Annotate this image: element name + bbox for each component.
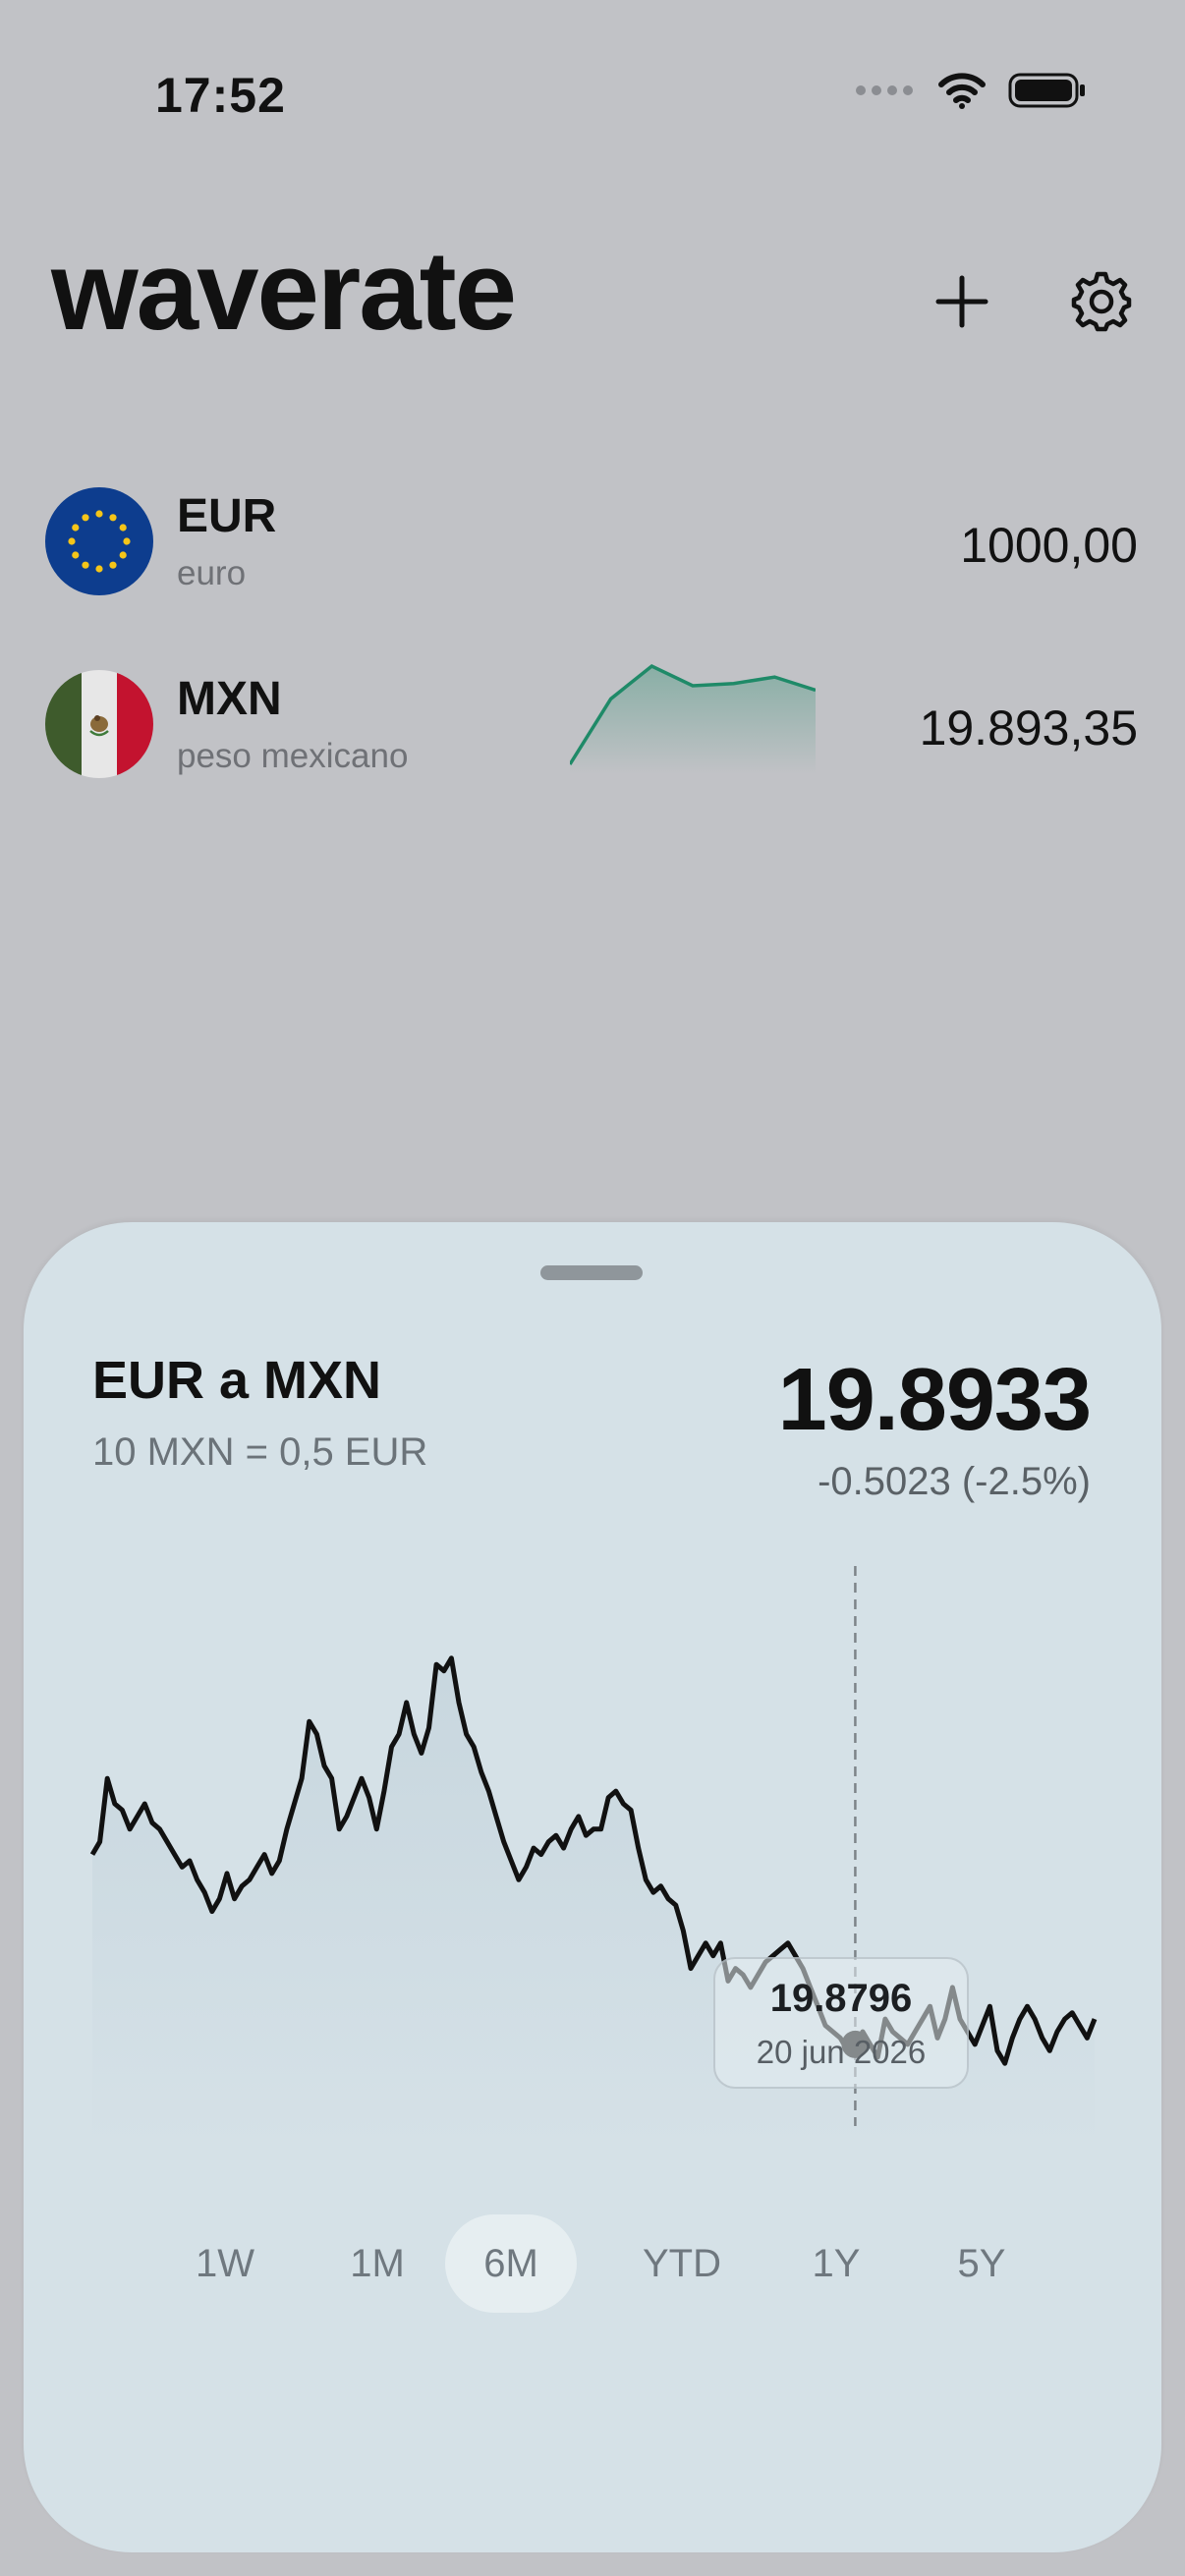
- sparkline-fill: [570, 666, 816, 774]
- rate-detail-sheet[interactable]: EUR a MXN 10 MXN = 0,5 EUR 19.8933 -0.50…: [24, 1222, 1161, 2552]
- add-currency-button[interactable]: [918, 259, 1006, 348]
- plus-icon: [934, 274, 989, 334]
- rate-history-chart[interactable]: [24, 1556, 1161, 2165]
- currency-row-eur[interactable]: EUR euro 1000,00: [0, 474, 1185, 611]
- range-1y[interactable]: 1Y: [772, 2214, 900, 2313]
- rate-change: -0.5023 (-2.5%): [818, 1460, 1091, 1503]
- mexico-flag-icon: [45, 670, 153, 778]
- gear-icon: [1070, 270, 1133, 338]
- currency-amount[interactable]: 1000,00: [960, 517, 1138, 574]
- pair-title: EUR a MXN: [92, 1351, 382, 1410]
- wifi-icon: [937, 71, 987, 115]
- app-title: waverate: [51, 229, 517, 354]
- settings-button[interactable]: [1057, 259, 1146, 348]
- range-selector: 1W 1M 6M YTD 1Y 5Y: [24, 2214, 1161, 2313]
- currency-name: euro: [177, 554, 247, 592]
- conversion-note: 10 MXN = 0,5 EUR: [92, 1430, 428, 1474]
- chart-tooltip: 19.8796 20 jun 2026: [713, 1957, 969, 2089]
- currency-code: EUR: [177, 490, 277, 542]
- sheet-grabber[interactable]: [540, 1265, 643, 1280]
- eu-flag-icon: [45, 487, 153, 595]
- tooltip-date: 20 jun 2026: [756, 2034, 927, 2070]
- sparkline-chart: [570, 663, 816, 774]
- range-5y[interactable]: 5Y: [918, 2214, 1045, 2313]
- currency-code: MXN: [177, 673, 282, 725]
- range-ytd[interactable]: YTD: [613, 2214, 751, 2313]
- status-time: 17:52: [155, 68, 286, 123]
- tooltip-value: 19.8796: [769, 1977, 913, 2020]
- cellular-signal-icon: [855, 81, 916, 105]
- status-bar: 17:52: [0, 0, 1185, 187]
- range-1w[interactable]: 1W: [161, 2214, 289, 2313]
- currency-row-mxn[interactable]: MXN peso mexicano 19.893,35: [0, 656, 1185, 794]
- range-6m[interactable]: 6M: [445, 2214, 577, 2313]
- status-icons: [855, 71, 1087, 115]
- currency-amount[interactable]: 19.893,35: [920, 700, 1138, 756]
- range-1m[interactable]: 1M: [313, 2214, 441, 2313]
- currency-name: peso mexicano: [177, 737, 409, 775]
- battery-icon: [1008, 71, 1087, 115]
- current-rate: 19.8933: [777, 1351, 1092, 1449]
